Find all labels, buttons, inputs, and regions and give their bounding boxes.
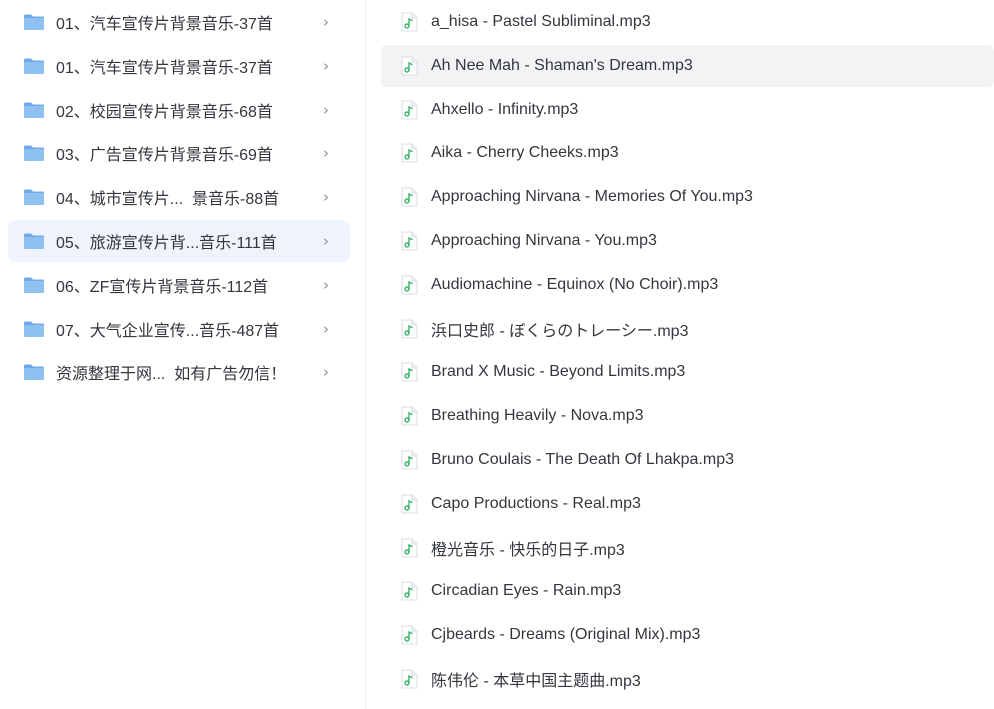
file-name: Audiomachine - Equinox (No Choir).mp3 bbox=[431, 275, 719, 293]
file-item[interactable]: Bruno Coulais - The Death Of Lhakpa.mp3 bbox=[381, 439, 994, 481]
file-item[interactable]: Capo Productions - Real.mp3 bbox=[381, 483, 994, 525]
folder-label: 资源整理于网... 如有广告勿信！ bbox=[56, 366, 287, 384]
folder-icon bbox=[23, 232, 45, 250]
file-item[interactable]: Approaching Nirvana - You.mp3 bbox=[381, 220, 994, 262]
file-item[interactable]: Circadian Eyes - Rain.mp3 bbox=[381, 570, 994, 612]
audio-file-icon bbox=[400, 319, 418, 339]
folder-label: 02、校园宣传片背景音乐-68首 bbox=[56, 103, 273, 121]
chevron-right-icon[interactable]: › bbox=[316, 320, 336, 338]
file-item[interactable]: 浜口史郎 - ぼくらのトレーシー.mp3 bbox=[381, 308, 994, 350]
audio-file-icon bbox=[400, 669, 418, 689]
file-name: Ahxello - Infinity.mp3 bbox=[431, 100, 579, 118]
audio-file-icon bbox=[400, 625, 418, 645]
file-name: Circadian Eyes - Rain.mp3 bbox=[431, 582, 622, 600]
folder-label: 01、汽车宣传片背景音乐-37首 bbox=[56, 59, 273, 77]
file-item[interactable]: Cjbeards - Dreams (Original Mix).mp3 bbox=[381, 614, 994, 656]
folder-label: 06、ZF宣传片背景音乐-112首 bbox=[56, 278, 269, 296]
folder-item[interactable]: 资源整理于网... 如有广告勿信！ › bbox=[8, 351, 350, 393]
folder-icon bbox=[23, 144, 45, 162]
audio-file-icon bbox=[400, 231, 418, 251]
audio-file-icon bbox=[400, 143, 418, 163]
folder-item[interactable]: 01、汽车宣传片背景音乐-37首 › bbox=[8, 45, 350, 87]
folder-item[interactable]: 01、汽车宣传片背景音乐-37首 › bbox=[8, 1, 350, 43]
file-list: a_hisa - Pastel Subliminal.mp3 Ah Nee Mah… bbox=[381, 1, 994, 702]
folder-label: 05、旅游宣传片背...音乐-111首 bbox=[56, 234, 277, 252]
folder-icon bbox=[23, 188, 45, 206]
chevron-right-icon[interactable]: › bbox=[316, 144, 336, 162]
file-name: Brand X Music - Beyond Limits.mp3 bbox=[431, 363, 686, 381]
file-item[interactable]: a_hisa - Pastel Subliminal.mp3 bbox=[381, 1, 994, 43]
folder-icon bbox=[23, 57, 45, 75]
folder-pane: 01、汽车宣传片背景音乐-37首 › 01、汽车宣传片背景音乐-37首 › 02、校园宣… bbox=[0, 0, 366, 709]
folder-item[interactable]: 02、校园宣传片背景音乐-68首 › bbox=[8, 89, 350, 131]
chevron-right-icon[interactable]: › bbox=[316, 276, 336, 294]
chevron-right-icon[interactable]: › bbox=[316, 188, 336, 206]
audio-file-icon bbox=[400, 581, 418, 601]
folder-item[interactable]: 05、旅游宣传片背...音乐-111首 › bbox=[8, 219, 350, 262]
folder-icon bbox=[23, 320, 45, 338]
folder-item[interactable]: 03、广告宣传片背景音乐-69首 › bbox=[8, 132, 350, 174]
file-name: Capo Productions - Real.mp3 bbox=[431, 494, 641, 512]
file-name: 陈伟伦 - 本草中国主题曲.mp3 bbox=[431, 672, 641, 690]
folder-item[interactable]: 06、ZF宣传片背景音乐-112首 › bbox=[8, 264, 350, 306]
file-item[interactable]: Ahxello - Infinity.mp3 bbox=[381, 89, 994, 131]
folder-icon bbox=[23, 13, 45, 31]
file-item[interactable]: Ah Nee Mah - Shaman's Dream.mp3 bbox=[381, 44, 994, 87]
chevron-right-icon[interactable]: › bbox=[316, 13, 336, 31]
folder-label: 04、城市宣传片... 景音乐-88首 bbox=[56, 191, 280, 209]
file-name: a_hisa - Pastel Subliminal.mp3 bbox=[431, 13, 651, 30]
audio-file-icon bbox=[400, 12, 418, 32]
chevron-right-icon[interactable]: › bbox=[316, 57, 336, 75]
audio-file-icon bbox=[400, 450, 418, 470]
file-name: Bruno Coulais - The Death Of Lhakpa.mp3 bbox=[431, 450, 734, 468]
file-item[interactable]: 陈伟伦 - 本草中国主题曲.mp3 bbox=[381, 658, 994, 700]
file-name: Approaching Nirvana - Memories Of You.mp… bbox=[431, 188, 753, 206]
file-name: 橙光音乐 - 快乐的日子.mp3 bbox=[431, 541, 625, 559]
folder-list: 01、汽车宣传片背景音乐-37首 › 01、汽车宣传片背景音乐-37首 › 02、校园宣… bbox=[8, 1, 350, 395]
file-item[interactable]: 橙光音乐 - 快乐的日子.mp3 bbox=[381, 527, 994, 569]
file-name: Breathing Heavily - Nova.mp3 bbox=[431, 407, 644, 425]
chevron-right-icon[interactable]: › bbox=[316, 363, 336, 381]
audio-file-icon bbox=[400, 362, 418, 382]
file-pane: a_hisa - Pastel Subliminal.mp3 Ah Nee Mah… bbox=[366, 0, 994, 709]
audio-file-icon bbox=[400, 538, 418, 558]
folder-label: 01、汽车宣传片背景音乐-37首 bbox=[56, 16, 273, 33]
folder-label: 07、大气企业宣传...音乐-487首 bbox=[56, 322, 280, 340]
audio-file-icon bbox=[400, 100, 418, 120]
audio-file-icon bbox=[400, 406, 418, 426]
chevron-right-icon[interactable]: › bbox=[316, 232, 336, 250]
file-item[interactable]: Aika - Cherry Cheeks.mp3 bbox=[381, 132, 994, 174]
file-name: Aika - Cherry Cheeks.mp3 bbox=[431, 144, 619, 162]
audio-file-icon bbox=[400, 494, 418, 514]
chevron-right-icon[interactable]: › bbox=[316, 101, 336, 119]
file-item[interactable]: Audiomachine - Equinox (No Choir).mp3 bbox=[381, 264, 994, 306]
folder-item[interactable]: 04、城市宣传片... 景音乐-88首 › bbox=[8, 176, 350, 218]
folder-icon bbox=[23, 101, 45, 119]
file-name: 浜口史郎 - ぼくらのトレーシー.mp3 bbox=[431, 322, 689, 340]
audio-file-icon bbox=[400, 275, 418, 295]
file-name: Cjbeards - Dreams (Original Mix).mp3 bbox=[431, 626, 701, 644]
audio-file-icon bbox=[400, 187, 418, 207]
file-item[interactable]: Brand X Music - Beyond Limits.mp3 bbox=[381, 351, 994, 393]
file-name: Approaching Nirvana - You.mp3 bbox=[431, 231, 657, 249]
folder-icon bbox=[23, 363, 45, 381]
file-browser: 01、汽车宣传片背景音乐-37首 › 01、汽车宣传片背景音乐-37首 › 02、校园宣… bbox=[0, 0, 994, 709]
audio-file-icon bbox=[400, 56, 418, 76]
file-name: Ah Nee Mah - Shaman's Dream.mp3 bbox=[431, 56, 693, 74]
folder-label: 03、广告宣传片背景音乐-69首 bbox=[56, 147, 273, 165]
folder-item[interactable]: 07、大气企业宣传...音乐-487首 › bbox=[8, 308, 350, 350]
file-item[interactable]: Approaching Nirvana - Memories Of You.mp… bbox=[381, 176, 994, 218]
file-item[interactable]: Breathing Heavily - Nova.mp3 bbox=[381, 395, 994, 437]
folder-icon bbox=[23, 276, 45, 294]
